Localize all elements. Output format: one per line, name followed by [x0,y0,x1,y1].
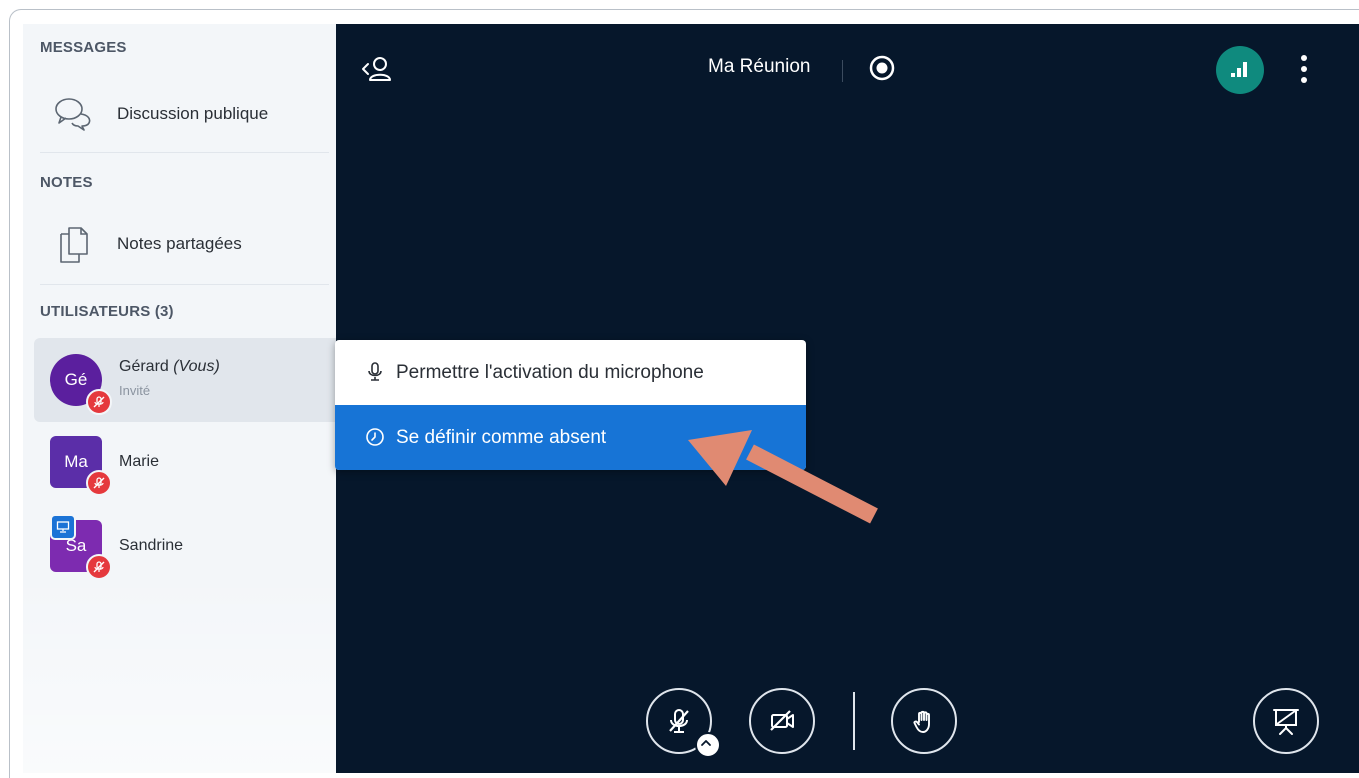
messages-section-title: MESSAGES [40,39,127,56]
meeting-title: Ma Réunion [708,56,811,77]
user-item-marie[interactable]: Ma Marie [34,422,336,506]
users-section-title: UTILISATEURS (3) [40,303,174,320]
notes-section-title: NOTES [40,174,93,191]
user-role: Invité [119,383,151,398]
chevron-up-icon [701,740,711,746]
user-item-gerard[interactable]: Gé Gérard (Vous) Invité [34,338,336,422]
top-bar: Ma Réunion [336,24,1359,114]
record-button[interactable] [868,54,896,82]
hand-icon [913,710,930,733]
more-options-icon[interactable] [1294,52,1314,86]
presentation-icon [1273,709,1299,735]
allow-microphone-menu-item[interactable]: Permettre l'activation du microphone [335,340,806,405]
user-name-text: Gérard [119,358,169,375]
video-off-icon [770,710,794,731]
clock-icon [366,428,384,446]
menu-item-label: Permettre l'activation du microphone [396,361,704,383]
signal-bars-icon [1231,62,1247,77]
menu-item-label: Se définir comme absent [396,426,607,448]
share-webcam-button[interactable] [749,688,815,754]
raise-hand-button[interactable] [891,688,957,754]
shared-notes-label: Notes partagées [117,234,242,253]
divider [853,692,855,750]
user-name: Marie [119,453,160,470]
user-item-sandrine[interactable]: Sa Sandrine [34,506,336,590]
chat-bubbles-icon [55,98,91,131]
divider [40,152,329,153]
muted-microphone-icon [669,709,689,733]
public-chat-item[interactable]: Discussion publique [33,84,326,144]
presenter-icon [50,514,76,540]
divider [40,284,329,285]
divider [842,60,843,82]
sidebar: MESSAGES Discussion publique NOTES Notes… [23,24,336,773]
documents-icon [60,227,88,263]
shared-notes-item[interactable]: Notes partagées [33,214,326,274]
microphone-icon [368,362,382,381]
annotation-arrow-icon [688,430,878,524]
connection-status-button[interactable] [1216,46,1264,94]
user-name: Sandrine [119,537,184,554]
muted-microphone-icon [86,389,112,415]
toggle-user-list-button[interactable] [360,54,400,86]
restore-presentation-button[interactable] [1253,688,1319,754]
audio-options-button[interactable] [695,732,721,758]
muted-microphone-icon [86,554,112,580]
muted-microphone-icon [86,470,112,496]
you-suffix: (Vous) [173,358,220,375]
avatar-initials: Ma [64,452,88,471]
user-name: Gérard (Vous) [119,358,220,376]
public-chat-label: Discussion publique [117,104,269,123]
avatar-initials: Gé [64,370,88,389]
